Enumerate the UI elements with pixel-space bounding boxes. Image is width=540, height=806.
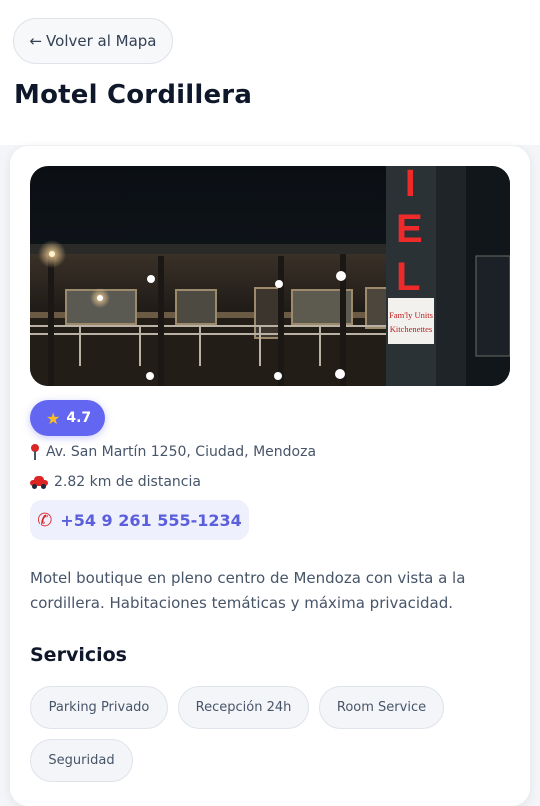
motel-photo: I E L Fam'ly Units Kitchenettes [30,166,510,386]
star-icon: ★ [46,408,61,428]
pin-icon [30,444,40,460]
services-title: Servicios [30,644,127,666]
address-line: Av. San Martín 1250, Ciudad, Mendoza [30,444,316,460]
service-chip-label: Recepción 24h [195,700,292,715]
back-arrow-icon: ← [29,32,43,50]
address-text: Av. San Martín 1250, Ciudad, Mendoza [46,444,317,460]
back-button-label: Volver al Mapa [46,32,157,50]
car-icon [30,476,48,489]
distance-line: 2.82 km de distancia [30,474,201,490]
service-chip-room-service[interactable]: Room Service [319,686,444,729]
sign-letter-bottom: L [396,255,420,299]
distance-text: 2.82 km de distancia [54,474,201,490]
page-title: Motel Cordillera [14,80,253,110]
sign-letter-middle: E [396,207,423,251]
top-header: ← Volver al Mapa Motel Cordillera [0,0,540,145]
phone-number: +54 9 261 555-1234 [60,510,242,530]
rating-badge: ★ 4.7 [30,400,106,436]
sign-letter-top: I [405,166,416,205]
motel-description: Motel boutique en pleno centro de Mendoz… [30,569,466,612]
service-chip-reception[interactable]: Recepción 24h [178,686,309,729]
service-chip-security[interactable]: Seguridad [30,739,133,782]
service-chip-label: Parking Privado [48,700,150,715]
sign-panel-line1: Fam'ly Units [389,310,433,320]
call-phone-button[interactable]: ✆ +54 9 261 555-1234 [30,500,249,540]
motel-detail-card: I E L Fam'ly Units Kitchenettes ★ 4.7 Av… [10,146,530,806]
service-chip-label: Seguridad [48,753,115,768]
rating-value: 4.7 [66,410,92,426]
service-chip-label: Room Service [336,700,427,715]
phone-icon: ✆ [37,509,53,531]
service-chip-parking[interactable]: Parking Privado [30,686,168,729]
back-to-map-button[interactable]: ← Volver al Mapa [13,18,173,64]
sign-panel-line2: Kitchenettes [390,324,432,334]
